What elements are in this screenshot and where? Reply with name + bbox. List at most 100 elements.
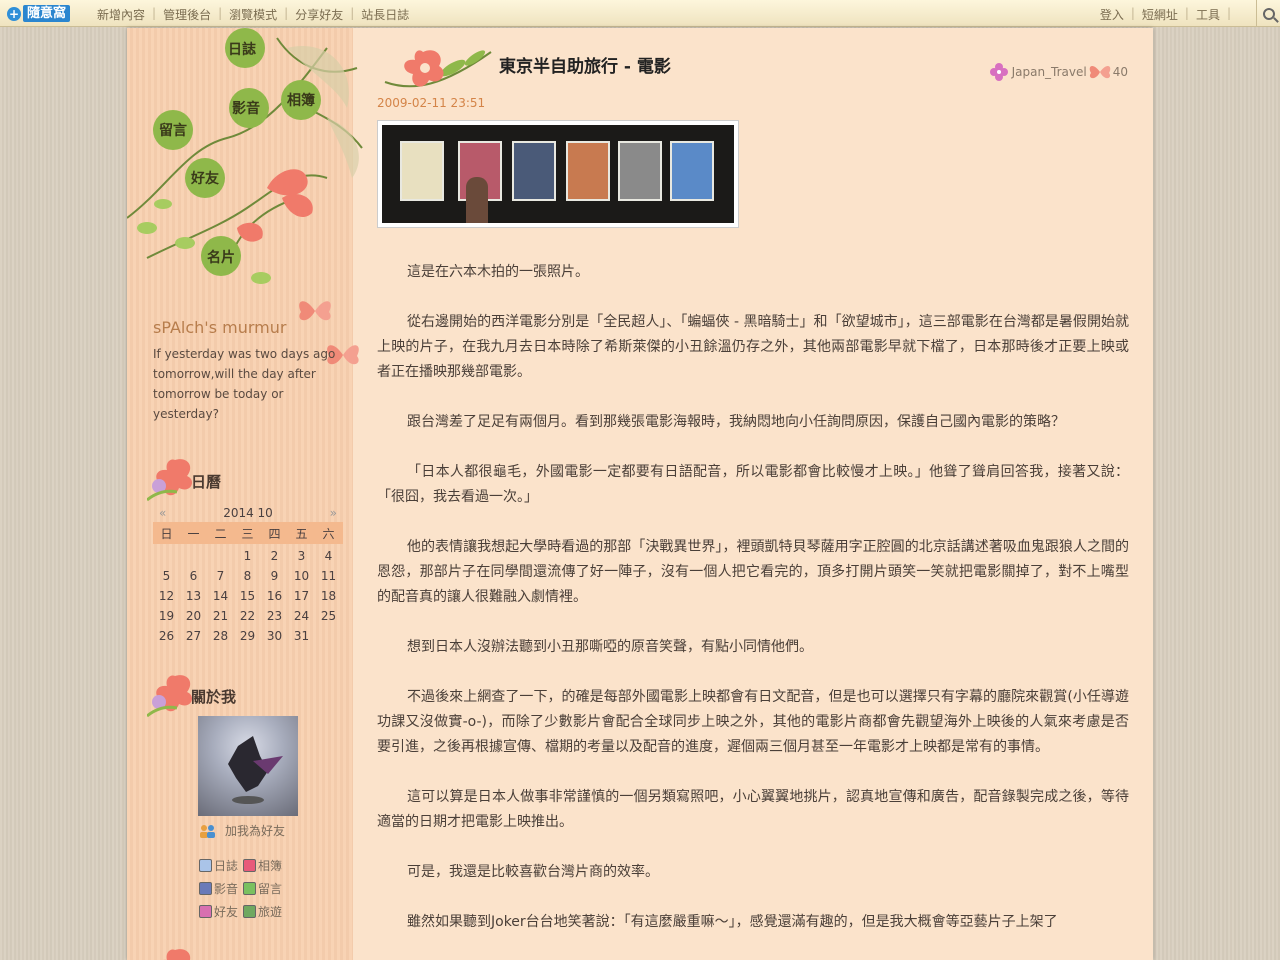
calendar-day[interactable]: 25: [315, 609, 342, 623]
poster: [400, 141, 444, 201]
profile-link-travel[interactable]: 旅遊: [243, 903, 287, 920]
post-photo[interactable]: [377, 120, 739, 228]
site-logo[interactable]: + 隨意窩: [7, 4, 75, 23]
link-label: 旅遊: [258, 905, 283, 919]
flower-icon: [147, 675, 193, 718]
calendar-day[interactable]: 5: [153, 569, 180, 583]
weekday: 日: [160, 526, 173, 541]
calendar-day[interactable]: 30: [261, 629, 288, 643]
calendar-day[interactable]: 21: [207, 609, 234, 623]
calendar-day[interactable]: 6: [180, 569, 207, 583]
calendar-day[interactable]: 29: [234, 629, 261, 643]
post-paragraph: 不過後來上網查了一下，的確是每部外國電影上映都會有日文配音，但是也可以選擇只有字…: [377, 689, 1129, 755]
sidebar-nav-friends[interactable]: 好友: [185, 160, 225, 196]
calendar-day[interactable]: 9: [261, 569, 288, 583]
calendar-weekdays: 日 一 二 三 四 五 六: [153, 522, 343, 544]
sidebar-nav-media[interactable]: 影音: [226, 90, 266, 126]
calendar-day[interactable]: 13: [180, 589, 207, 603]
calendar-day[interactable]: 22: [234, 609, 261, 623]
calendar-day[interactable]: 11: [315, 569, 342, 583]
calendar-next-button[interactable]: »: [324, 506, 343, 520]
calendar-day[interactable]: 18: [315, 589, 342, 603]
weekday: 五: [295, 526, 308, 541]
sidebar-nav-diary[interactable]: 日誌: [222, 31, 262, 67]
calendar-day[interactable]: 16: [261, 589, 288, 603]
calendar-day[interactable]: 24: [288, 609, 315, 623]
profile-link-media[interactable]: 影音: [199, 880, 243, 897]
category-link[interactable]: Japan_Travel: [1012, 65, 1087, 79]
calendar-day[interactable]: 14: [207, 589, 234, 603]
calendar-day[interactable]: 10: [288, 569, 315, 583]
nav-separator: |: [350, 6, 355, 20]
post-paragraph: 從右邊開始的西洋電影分別是「全民超人」、「蝙蝠俠 - 黑暗騎士」和「欲望城市」，…: [377, 314, 1129, 380]
blog-title[interactable]: sPAlch's murmur: [153, 318, 286, 337]
nav-admin[interactable]: 管理後台: [163, 6, 211, 23]
calendar-month: 2014 10: [223, 506, 273, 520]
vine-decoration: [127, 28, 363, 284]
post-paragraph: 「日本人都很龜毛，外國電影一定都要有日語配音，所以電影都會比較慢才上映。」他聳了…: [377, 464, 1129, 505]
add-friend-link[interactable]: 加我為好友: [199, 822, 285, 839]
calendar-days: 1 2 3 4 5 6 7 8 9 10 11 12 13 14 15 16 17 18 19 20 21 22 23 24 2…: [153, 546, 343, 646]
travel-icon: [243, 905, 256, 918]
about-heading: 關於我: [191, 688, 237, 706]
title-flower-icon: [384, 50, 492, 88]
weekday: 三: [241, 526, 254, 541]
post-category: Japan_Travel 40: [989, 62, 1128, 82]
calendar-day[interactable]: 4: [315, 549, 342, 563]
blog-page: 日誌 影音 相簿 留言 好友 名片 sPAlch's murmur If yes…: [127, 28, 1153, 960]
profile-links: 日誌 相簿 影音 留言 好友 旅遊: [199, 857, 287, 920]
nav-share[interactable]: 分享好友: [295, 6, 343, 23]
guestbook-icon: [243, 882, 256, 895]
sidebar-nav-guestbook[interactable]: 留言: [153, 112, 193, 148]
top-right-nav: 登入 | 短網址 | 工具 |: [1100, 6, 1238, 23]
post-paragraph: 跟台灣差了足足有兩個月。看到那幾張電影海報時，我納悶地向小任詢問原因，保護自己國…: [407, 414, 1065, 430]
calendar-day[interactable]: 7: [207, 569, 234, 583]
avatar-figure: [228, 736, 283, 804]
calendar-day[interactable]: 20: [180, 609, 207, 623]
tools-link[interactable]: 工具: [1196, 6, 1220, 23]
top-nav: 新增內容 | 管理後台 | 瀏覽模式 | 分享好友 | 站長日誌: [97, 6, 409, 23]
profile-link-friends[interactable]: 好友: [199, 903, 243, 920]
calendar-day[interactable]: 23: [261, 609, 288, 623]
calendar-day[interactable]: 2: [261, 549, 288, 563]
calendar-day[interactable]: 1: [234, 549, 261, 563]
sidebar-nav-album[interactable]: 相簿: [281, 82, 321, 118]
profile-link-album[interactable]: 相簿: [243, 857, 287, 874]
calendar-day[interactable]: 15: [234, 589, 261, 603]
main-content: 東京半自助旅行 - 電影 Japan_Travel 40 2009-02-11 …: [377, 28, 1137, 960]
nav-admin-log[interactable]: 站長日誌: [361, 6, 409, 23]
sidebar: 日誌 影音 相簿 留言 好友 名片 sPAlch's murmur If yes…: [127, 28, 363, 960]
calendar-day[interactable]: 3: [288, 549, 315, 563]
post-title[interactable]: 東京半自助旅行 - 電影: [499, 52, 671, 77]
calendar-day[interactable]: 17: [288, 589, 315, 603]
post-paragraph: 雖然如果聽到Joker台台地笑著說：「有這麼嚴重嘛～」，感覺還滿有趣的，但是我大…: [407, 914, 1058, 930]
short-url-link[interactable]: 短網址: [1142, 6, 1178, 23]
search-button[interactable]: [1256, 0, 1280, 27]
nav-separator: |: [152, 6, 157, 20]
poster: [566, 141, 610, 201]
post-body: 這是在六本木拍的一張照片。 從右邊開始的西洋電影分別是「全民超人」、「蝙蝠俠 -…: [377, 260, 1129, 960]
logo-text: 隨意窩: [23, 5, 71, 22]
nav-separator: |: [1226, 6, 1231, 20]
nav-new-content[interactable]: 新增內容: [97, 6, 145, 23]
nav-browse-mode[interactable]: 瀏覽模式: [229, 6, 277, 23]
calendar-day[interactable]: 8: [234, 569, 261, 583]
sidebar-nav-card[interactable]: 名片: [201, 239, 241, 275]
link-label: 影音: [214, 882, 239, 896]
avatar[interactable]: [198, 716, 298, 816]
calendar-day[interactable]: 19: [153, 609, 180, 623]
movie-posters-photo: [382, 125, 734, 223]
profile-link-diary[interactable]: 日誌: [199, 857, 243, 874]
login-link[interactable]: 登入: [1100, 6, 1124, 23]
calendar-day[interactable]: 26: [153, 629, 180, 643]
butterfly-icon: [299, 301, 331, 321]
nav-separator: |: [1184, 6, 1189, 20]
calendar-day[interactable]: 12: [153, 589, 180, 603]
calendar-day[interactable]: 28: [207, 629, 234, 643]
calendar-day[interactable]: 27: [180, 629, 207, 643]
post-paragraph: 他的表情讓我想起大學時看過的那部「決戰異世界」，裡頭凱特貝琴薩用字正腔圓的北京話…: [377, 539, 1129, 605]
profile-link-guestbook[interactable]: 留言: [243, 880, 287, 897]
calendar-prev-button[interactable]: «: [153, 506, 172, 520]
weekday: 一: [187, 526, 200, 541]
calendar-day[interactable]: 31: [288, 629, 315, 643]
